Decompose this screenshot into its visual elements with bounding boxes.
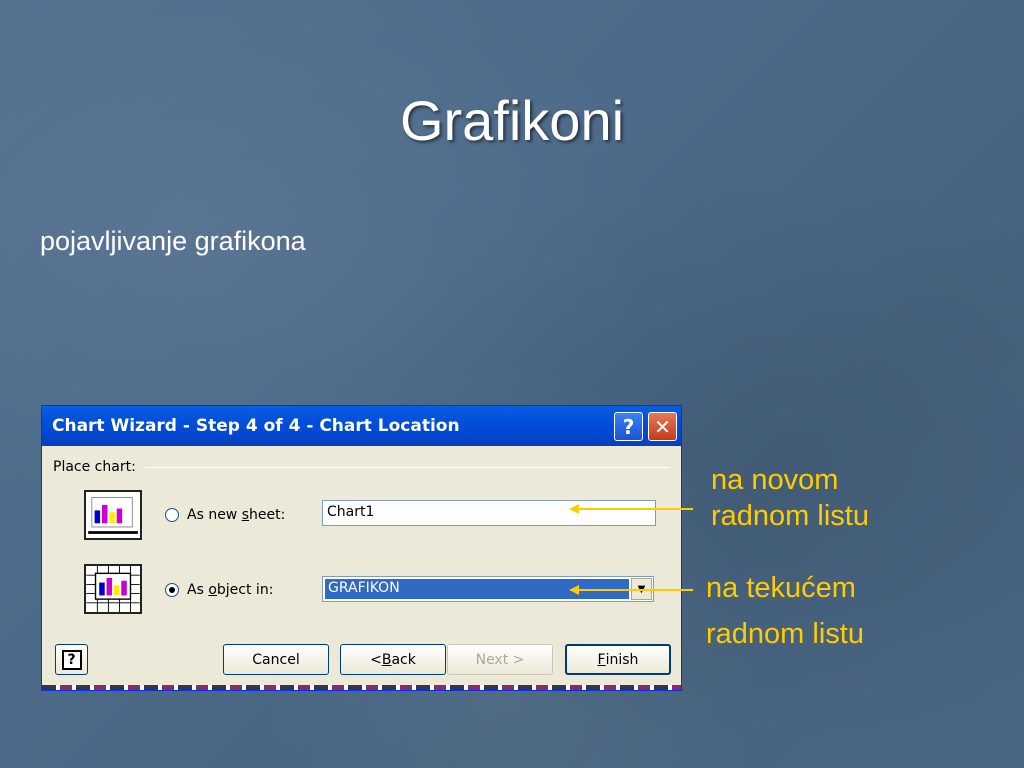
- as-new-sheet-option[interactable]: As new sheet:: [165, 507, 285, 523]
- as-object-in-label: As object in:: [187, 582, 274, 598]
- new-sheet-chart-icon: [84, 490, 142, 540]
- place-chart-label: Place chart:: [53, 459, 136, 475]
- as-object-in-option[interactable]: As object in:: [165, 582, 273, 598]
- arrow-current-sheet-head: [569, 585, 579, 595]
- arrow-new-sheet-head: [569, 504, 579, 514]
- help-button[interactable]: ?: [55, 644, 88, 675]
- help-icon[interactable]: ?: [614, 412, 643, 441]
- back-button[interactable]: < Back: [340, 644, 446, 675]
- close-icon[interactable]: ✕: [648, 412, 677, 441]
- group-divider: [145, 467, 670, 468]
- sheet-strip: [42, 685, 681, 690]
- as-object-in-radio[interactable]: [165, 583, 179, 597]
- annotation-current-sheet: na tekućem radnom listu: [706, 572, 864, 650]
- question-icon: ?: [61, 649, 82, 670]
- dialog-titlebar[interactable]: Chart Wizard - Step 4 of 4 - Chart Locat…: [42, 406, 681, 446]
- chart-wizard-dialog: Chart Wizard - Step 4 of 4 - Chart Locat…: [41, 405, 682, 691]
- arrow-current-sheet: [578, 589, 693, 591]
- annotation-new-sheet: na novom radnom listu: [711, 464, 869, 532]
- next-button[interactable]: Next >: [447, 644, 553, 675]
- as-new-sheet-radio[interactable]: [165, 508, 179, 522]
- arrow-new-sheet: [578, 508, 693, 510]
- slide-title: Grafikoni: [399, 89, 625, 152]
- dialog-title: Chart Wizard - Step 4 of 4 - Chart Locat…: [52, 416, 460, 436]
- embedded-chart-icon: [84, 564, 142, 614]
- new-sheet-name-input[interactable]: Chart1: [322, 500, 656, 526]
- as-new-sheet-label: As new sheet:: [187, 507, 286, 523]
- cancel-button[interactable]: Cancel: [223, 644, 329, 675]
- finish-button[interactable]: Finish: [565, 644, 671, 675]
- slide-subtitle: pojavljivanje grafikona: [40, 226, 306, 256]
